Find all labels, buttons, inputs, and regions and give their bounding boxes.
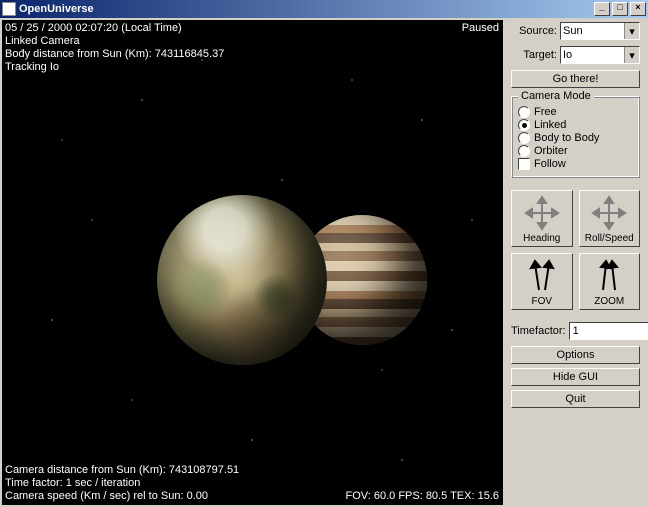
check-follow[interactable]: Follow: [518, 158, 633, 170]
overlay-top-left: 05 / 25 / 2000 02:07:20 (Local Time) Lin…: [5, 22, 224, 74]
radio-icon: [518, 106, 530, 118]
target-combo[interactable]: Io ▾: [560, 46, 640, 64]
source-label: Source:: [511, 25, 557, 37]
source-value: Sun: [563, 25, 583, 37]
radio-icon: [518, 132, 530, 144]
arrows-vertical-icon: [524, 258, 560, 294]
chevron-down-icon: ▾: [624, 47, 639, 63]
arrows-cross-icon: [524, 195, 560, 231]
radio-label: Body to Body: [534, 132, 599, 144]
chevron-down-icon: ▾: [624, 23, 639, 39]
control-panel: Source: Sun ▾ Target: Io ▾ Go there! Cam…: [505, 18, 646, 507]
target-value: Io: [563, 49, 572, 61]
titlebar[interactable]: OpenUniverse _ □ ×: [0, 0, 648, 18]
fov-button[interactable]: FOV: [511, 253, 573, 310]
overlay-tracking: Tracking Io: [5, 61, 224, 74]
radio-icon: [518, 145, 530, 157]
overlay-bottom-left: Camera distance from Sun (Km): 743108797…: [5, 464, 239, 503]
nav-label: FOV: [514, 296, 570, 307]
overlay-camera-mode: Linked Camera: [5, 35, 224, 48]
nav-label: Roll/Speed: [582, 233, 638, 244]
overlay-body-distance: Body distance from Sun (Km): 743116845.3…: [5, 48, 224, 61]
target-label: Target:: [511, 49, 557, 61]
radio-body-to-body[interactable]: Body to Body: [518, 132, 633, 144]
checkbox-icon: [518, 158, 530, 170]
overlay-timefactor: Time factor: 1 sec / iteration: [5, 477, 239, 490]
hide-gui-button[interactable]: Hide GUI: [511, 368, 640, 386]
viewport-3d[interactable]: 05 / 25 / 2000 02:07:20 (Local Time) Lin…: [2, 20, 503, 505]
minimize-button[interactable]: _: [594, 2, 610, 16]
overlay-cam-distance: Camera distance from Sun (Km): 743108797…: [5, 464, 239, 477]
timefactor-input[interactable]: [569, 322, 648, 340]
window-title: OpenUniverse: [19, 3, 94, 15]
maximize-button[interactable]: □: [612, 2, 628, 16]
nav-label: ZOOM: [582, 296, 638, 307]
planet-io: [157, 195, 327, 365]
radio-label: Linked: [534, 119, 566, 131]
options-button[interactable]: Options: [511, 346, 640, 364]
camera-mode-group: Camera Mode Free Linked Body to Body Orb…: [511, 96, 640, 178]
overlay-stats: FOV: 60.0 FPS: 80.5 TEX: 15.6: [346, 490, 499, 503]
rollspeed-button[interactable]: Roll/Speed: [579, 190, 641, 247]
close-button[interactable]: ×: [630, 2, 646, 16]
overlay-bottom-right: FOV: 60.0 FPS: 80.5 TEX: 15.6: [346, 490, 499, 503]
overlay-top-right: Paused: [462, 22, 499, 35]
zoom-button[interactable]: ZOOM: [579, 253, 641, 310]
timefactor-label: Timefactor:: [511, 325, 566, 337]
arrows-vertical-icon: [591, 258, 627, 294]
radio-free[interactable]: Free: [518, 106, 633, 118]
radio-label: Orbiter: [534, 145, 568, 157]
timefactor-spinner[interactable]: ▲ ▼: [569, 322, 648, 340]
radio-label: Free: [534, 106, 557, 118]
heading-button[interactable]: Heading: [511, 190, 573, 247]
go-there-button[interactable]: Go there!: [511, 70, 640, 88]
camera-mode-legend: Camera Mode: [518, 90, 594, 102]
overlay-cam-speed: Camera speed (Km / sec) rel to Sun: 0.00: [5, 490, 239, 503]
overlay-paused: Paused: [462, 22, 499, 35]
quit-button[interactable]: Quit: [511, 390, 640, 408]
radio-linked[interactable]: Linked: [518, 119, 633, 131]
nav-label: Heading: [514, 233, 570, 244]
overlay-datetime: 05 / 25 / 2000 02:07:20 (Local Time): [5, 22, 224, 35]
radio-icon: [518, 119, 530, 131]
arrows-cross-icon: [591, 195, 627, 231]
app-icon: [2, 2, 16, 16]
check-label: Follow: [534, 158, 566, 170]
radio-orbiter[interactable]: Orbiter: [518, 145, 633, 157]
source-combo[interactable]: Sun ▾: [560, 22, 640, 40]
